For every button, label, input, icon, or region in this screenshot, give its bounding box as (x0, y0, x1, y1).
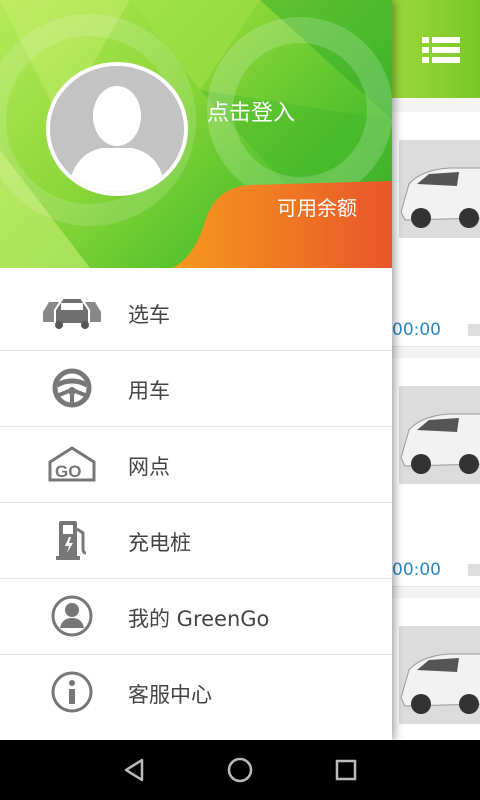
background-top-bar (390, 0, 480, 98)
login-link[interactable]: 点击登入 (207, 95, 295, 127)
menu-label: 我的 GreenGo (128, 607, 270, 631)
avatar[interactable] (46, 62, 188, 196)
background-app-panel: 00:00 00:00 (390, 0, 480, 740)
menu-item-charging-pile[interactable]: 充电桩 (0, 503, 392, 579)
car-card[interactable]: 00:00 (390, 112, 480, 347)
menu-item-my-greengo[interactable]: 我的 GreenGo (0, 579, 392, 655)
menu-item-stations[interactable]: GO 网点 (0, 427, 392, 503)
menu-item-use-car[interactable]: 用车 (0, 351, 392, 427)
svg-text:GO: GO (55, 462, 81, 481)
card-badge (468, 564, 480, 576)
balance-label[interactable]: 可用余额 (277, 192, 357, 221)
menu-item-choose-car[interactable]: 选车 (0, 275, 392, 351)
user-silhouette-icon (50, 66, 184, 192)
card-badge (468, 324, 480, 336)
cars-icon (40, 287, 104, 337)
user-profile-icon (40, 591, 104, 641)
recents-icon[interactable] (330, 754, 362, 786)
back-icon[interactable] (118, 754, 150, 786)
car-card[interactable] (390, 598, 480, 740)
menu-label: 客服中心 (128, 683, 212, 707)
info-icon (40, 667, 104, 717)
home-icon[interactable] (224, 754, 256, 786)
list-menu-icon[interactable] (422, 36, 460, 64)
navigation-drawer: 点击登入 可用余额 选车 用车 GO 网点 充电桩 我的 GreenGo 客服中… (0, 0, 392, 740)
steering-wheel-icon (40, 363, 104, 413)
station-location-icon: GO (40, 439, 104, 489)
system-navigation-bar (0, 740, 480, 800)
rental-time: 00:00 (392, 560, 441, 580)
car-image (399, 140, 480, 238)
menu-label: 充电桩 (128, 531, 191, 555)
car-image (399, 386, 480, 484)
rental-time: 00:00 (392, 320, 441, 340)
car-card[interactable]: 00:00 (390, 358, 480, 587)
menu-label: 选车 (128, 303, 170, 327)
car-image (399, 626, 480, 724)
menu-label: 网点 (128, 455, 170, 479)
charging-pile-icon (40, 515, 104, 565)
menu-label: 用车 (128, 379, 170, 403)
drawer-header: 点击登入 可用余额 (0, 0, 392, 268)
menu-item-customer-service[interactable]: 客服中心 (0, 655, 392, 730)
